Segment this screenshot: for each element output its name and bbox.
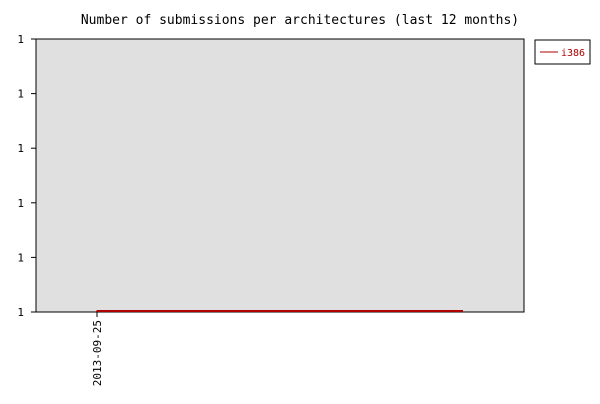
y-tick-label: 1 (17, 88, 24, 101)
data-point-i386 (96, 310, 98, 312)
chart-container: Number of submissions per architectures … (0, 0, 600, 400)
y-axis: 1 1 1 1 1 1 (17, 33, 36, 319)
y-tick-label: 1 (17, 197, 24, 210)
x-tick-label: 2013-09-25 (91, 320, 104, 386)
y-tick-label: 1 (17, 142, 24, 155)
legend-label: i386 (561, 48, 585, 59)
y-tick-label: 1 (17, 33, 24, 46)
y-tick-label: 1 (17, 251, 24, 264)
legend: i386 (534, 39, 591, 65)
chart-title: Number of submissions per architectures … (81, 13, 519, 28)
submissions-chart: Number of submissions per architectures … (17, 13, 591, 386)
x-axis: 2013-09-25 (91, 312, 104, 386)
plot-area (35, 38, 525, 313)
series-layer (96, 310, 463, 312)
y-tick-label: 1 (17, 306, 24, 319)
